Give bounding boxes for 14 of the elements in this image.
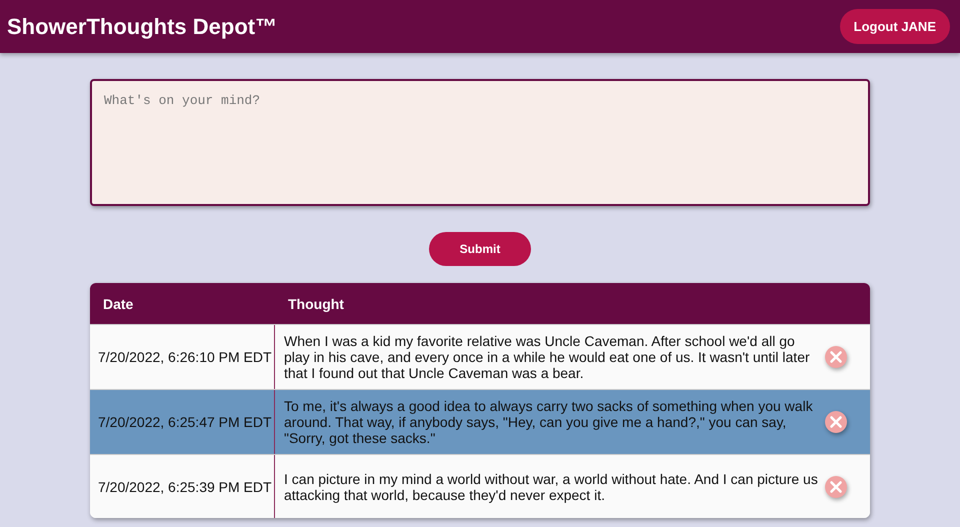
logout-button[interactable]: Logout JANE: [840, 9, 950, 44]
date-cell: 7/20/2022, 6:25:39 PM EDT: [90, 455, 275, 518]
column-header: Thought: [287, 296, 345, 312]
thought-row[interactable]: 7/20/2022, 6:25:39 PM EDT I can picture in my mind a world without war, a world without hate. And I can picture us attacking that world, because they'd never expect it.: [90, 454, 870, 518]
column-header: Date: [102, 296, 134, 312]
app-title: ShowerThoughts Depot™: [7, 14, 278, 40]
thought-input-field[interactable]: What's on your mind?: [90, 79, 870, 206]
submit-button[interactable]: Submit: [429, 232, 531, 266]
thought-cell-text: To me, it's always a good idea to always carry two sacks of something when you walk around. That way, if anybody says, "Hey, can you give me a hand?," you can say, "Sorry, got these sacks.": [283, 397, 814, 448]
thought-row[interactable]: [90, 324, 870, 389]
thought-cell-text: I can picture in my mind a world without war, a world without hate. And I can picture us attacking that world, because they'd never expect it.: [283, 470, 819, 505]
thought-cell-text: When I was a kid my favorite relative was Uncle Caveman. After school we'd all go play in his cave, and every once in a while he would eat one of us. It wasn't until later that I found out that Uncle Caveman was a bear.: [283, 332, 811, 383]
delete-icon[interactable]: [824, 410, 848, 434]
thought-row[interactable]: [90, 389, 870, 454]
